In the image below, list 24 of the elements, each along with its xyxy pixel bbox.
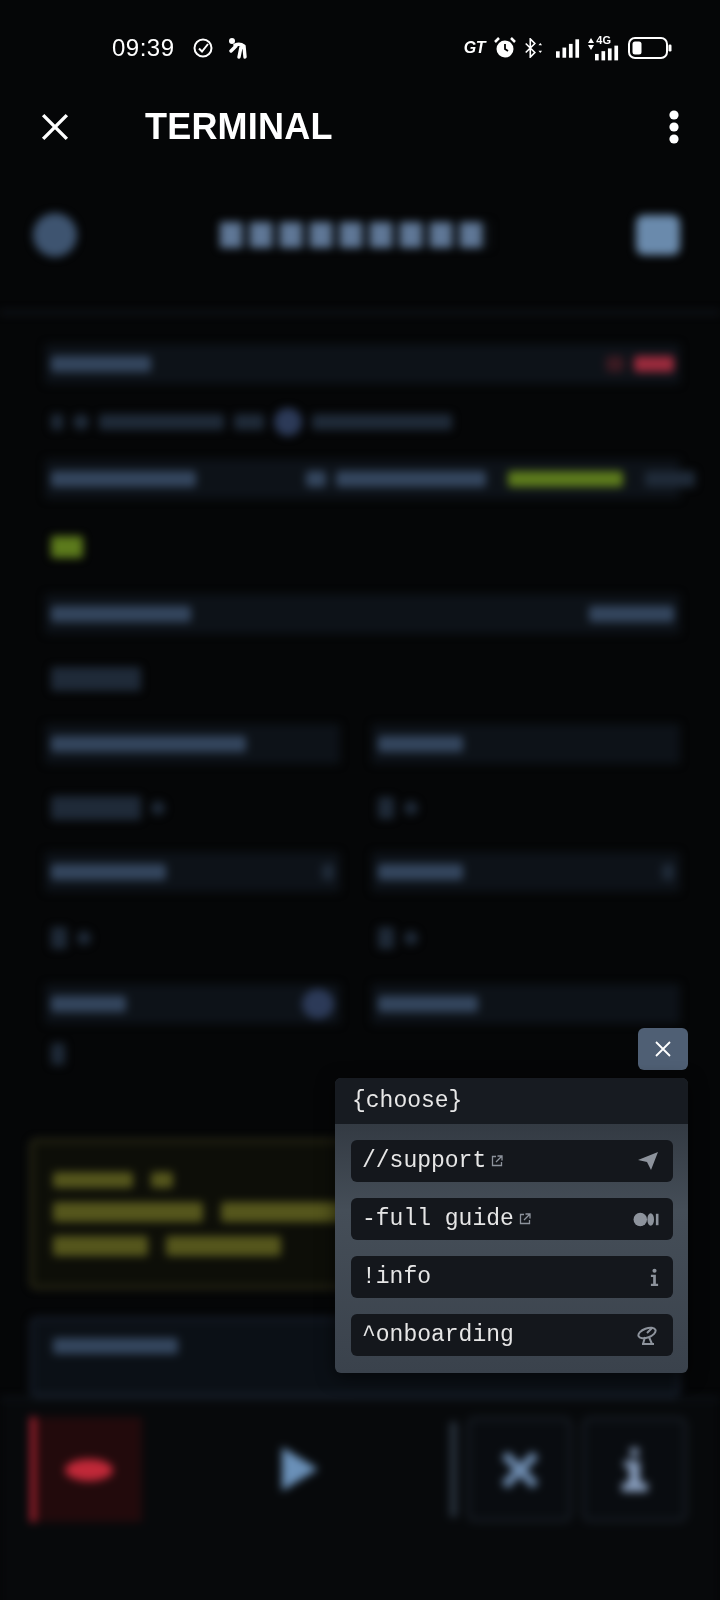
menu-item[interactable]: !info	[351, 1256, 673, 1298]
status-time: 09:39	[112, 34, 175, 62]
network-type: 4G	[596, 35, 611, 45]
alarm-clock-icon	[494, 37, 516, 59]
signal-icon	[595, 45, 619, 61]
app-bar-title: TERMINAL	[145, 106, 333, 148]
close-icon	[41, 113, 69, 141]
close-menu-button[interactable]	[638, 1028, 688, 1070]
info-icon	[650, 1267, 659, 1287]
close-icon	[655, 1041, 671, 1057]
menu-item[interactable]: //support	[351, 1140, 673, 1182]
signal-icon	[556, 38, 580, 58]
menu-item[interactable]: -full guide	[351, 1198, 673, 1240]
data-arrows-icon	[588, 38, 594, 50]
battery-icon	[628, 37, 672, 59]
check-circle-icon	[192, 38, 213, 58]
menu-item[interactable]: ^onboarding	[351, 1314, 673, 1356]
menu-title: {choose}	[335, 1078, 688, 1124]
dish-icon	[637, 1325, 659, 1345]
circles-icon	[633, 1211, 659, 1227]
runner-icon	[226, 37, 249, 59]
mode-label: GT	[463, 39, 485, 57]
more-options-icon	[669, 110, 679, 144]
send-icon	[637, 1151, 659, 1171]
